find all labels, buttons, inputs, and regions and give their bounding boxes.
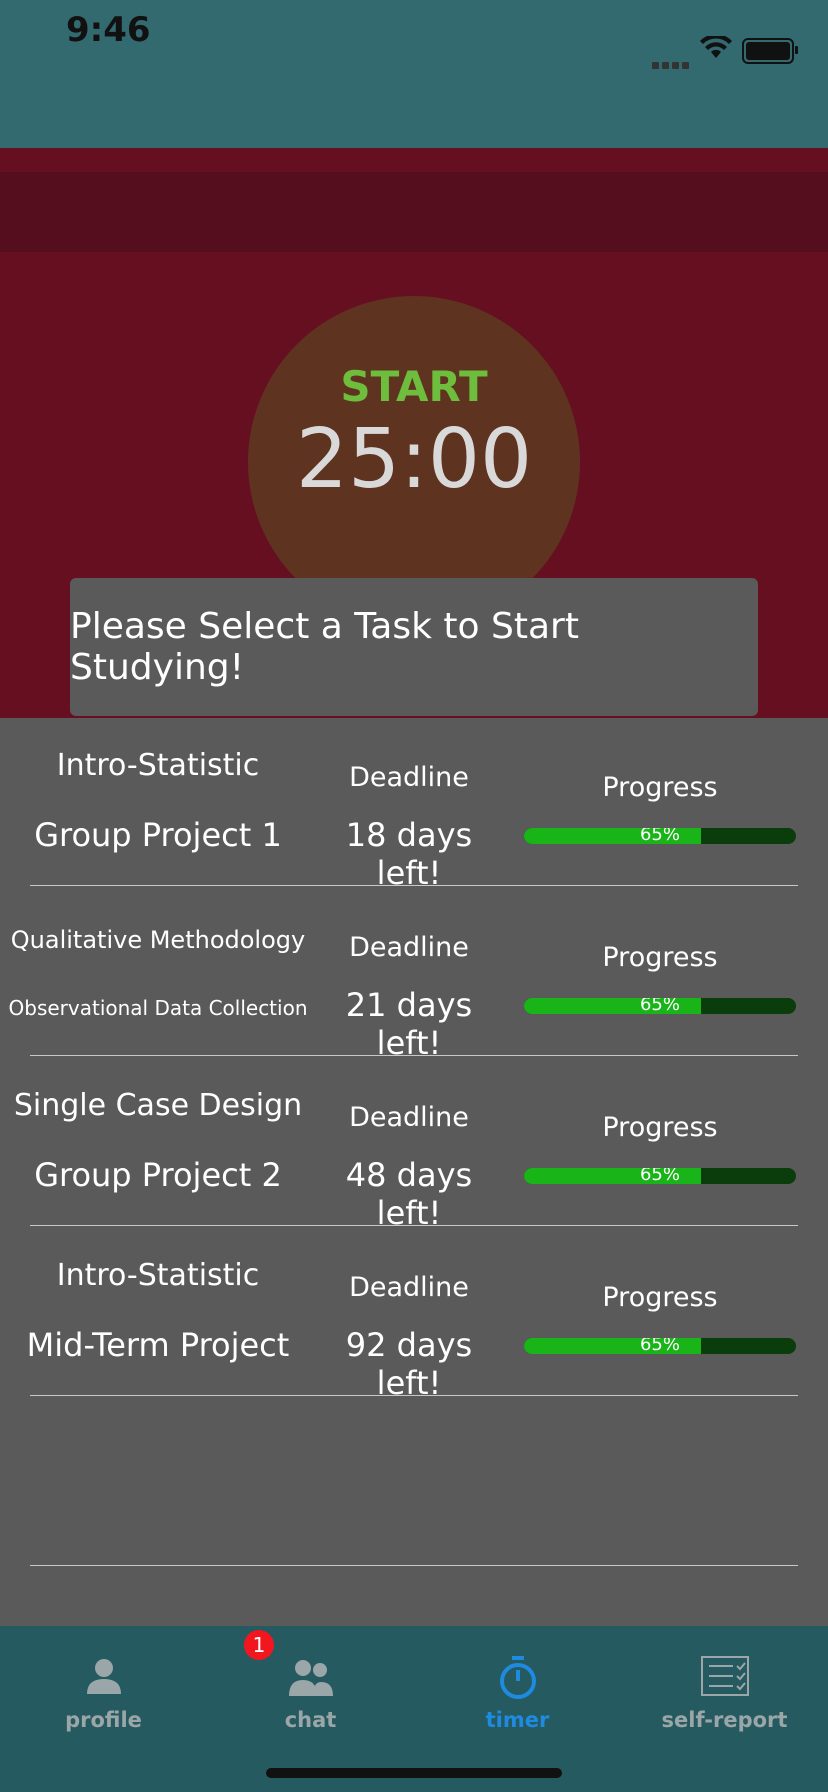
- row-divider: [30, 1225, 798, 1226]
- course-name: Intro-Statistic: [56, 748, 260, 783]
- row-divider: [30, 885, 798, 886]
- task-row[interactable]: Single Case Design Group Project 2 Deadl…: [0, 1058, 828, 1232]
- person-icon: [86, 1659, 121, 1694]
- chat-unread-badge: 1: [244, 1630, 274, 1660]
- task-row[interactable]: Intro-Statistic Mid-Term Project Deadlin…: [0, 1228, 828, 1402]
- progress-bar: 65%: [524, 1168, 796, 1184]
- task-row[interactable]: Qualitative Methodology Observational Da…: [0, 888, 828, 1062]
- tab-profile[interactable]: profile: [0, 1626, 207, 1746]
- tab-chat[interactable]: chat: [207, 1626, 414, 1746]
- deadline-value: 92 days left!: [345, 1326, 473, 1402]
- tab-label: timer: [485, 1708, 550, 1732]
- progress-percent: 65%: [639, 828, 680, 844]
- tab-label: chat: [284, 1708, 337, 1732]
- course-name: Qualitative Methodology: [10, 926, 306, 954]
- timer-countdown: 25:00: [295, 412, 533, 507]
- progress-bar: 65%: [524, 828, 796, 844]
- project-name: Group Project 2: [34, 1156, 282, 1194]
- progress-percent: 65%: [639, 1338, 680, 1354]
- header-band: [0, 172, 828, 252]
- task-row[interactable]: Intro-Statistic Group Project 1 Deadline…: [0, 718, 828, 892]
- tab-label: self-report: [661, 1708, 788, 1732]
- select-task-prompt-text: Please Select a Task to Start Studying!: [70, 606, 579, 688]
- deadline-value: 48 days left!: [345, 1156, 473, 1232]
- chat-icon: [288, 1660, 333, 1696]
- deadline-label: Deadline: [349, 1272, 469, 1303]
- progress-label: Progress: [602, 942, 718, 973]
- progress-label: Progress: [602, 772, 718, 803]
- tab-self-report[interactable]: self-report: [621, 1626, 828, 1746]
- row-divider: [30, 1395, 798, 1396]
- start-label: START: [340, 362, 488, 411]
- empty-task-row: [0, 1398, 828, 1568]
- battery-icon: [742, 38, 798, 64]
- deadline-value: 18 days left!: [345, 816, 473, 892]
- task-list: Intro-Statistic Group Project 1 Deadline…: [0, 718, 828, 1628]
- status-time: 9:46: [66, 10, 151, 50]
- progress-label: Progress: [602, 1282, 718, 1313]
- deadline-label: Deadline: [349, 932, 469, 963]
- project-name: Group Project 1: [34, 816, 282, 854]
- project-name: Observational Data Collection: [8, 996, 308, 1020]
- status-bar: 9:46: [0, 0, 828, 148]
- tab-timer[interactable]: timer: [414, 1626, 621, 1746]
- cellular-signal-icon: [652, 54, 692, 73]
- tab-label: profile: [65, 1708, 142, 1732]
- row-divider: [30, 1055, 798, 1056]
- course-name: Single Case Design: [13, 1088, 303, 1123]
- report-icon: [700, 1656, 749, 1696]
- select-task-prompt: Please Select a Task to Start Studying!: [70, 578, 758, 716]
- row-divider: [30, 1565, 798, 1566]
- stopwatch-icon: [499, 1656, 536, 1699]
- progress-percent: 65%: [639, 998, 680, 1014]
- wifi-icon: [700, 36, 732, 58]
- project-name: Mid-Term Project: [26, 1326, 290, 1364]
- progress-percent: 65%: [639, 1168, 680, 1184]
- progress-bar: 65%: [524, 998, 796, 1014]
- progress-bar: 65%: [524, 1338, 796, 1354]
- deadline-value: 21 days left!: [345, 986, 473, 1062]
- progress-label: Progress: [602, 1112, 718, 1143]
- deadline-label: Deadline: [349, 1102, 469, 1133]
- deadline-label: Deadline: [349, 762, 469, 793]
- course-name: Intro-Statistic: [56, 1258, 260, 1293]
- home-indicator[interactable]: [266, 1768, 562, 1778]
